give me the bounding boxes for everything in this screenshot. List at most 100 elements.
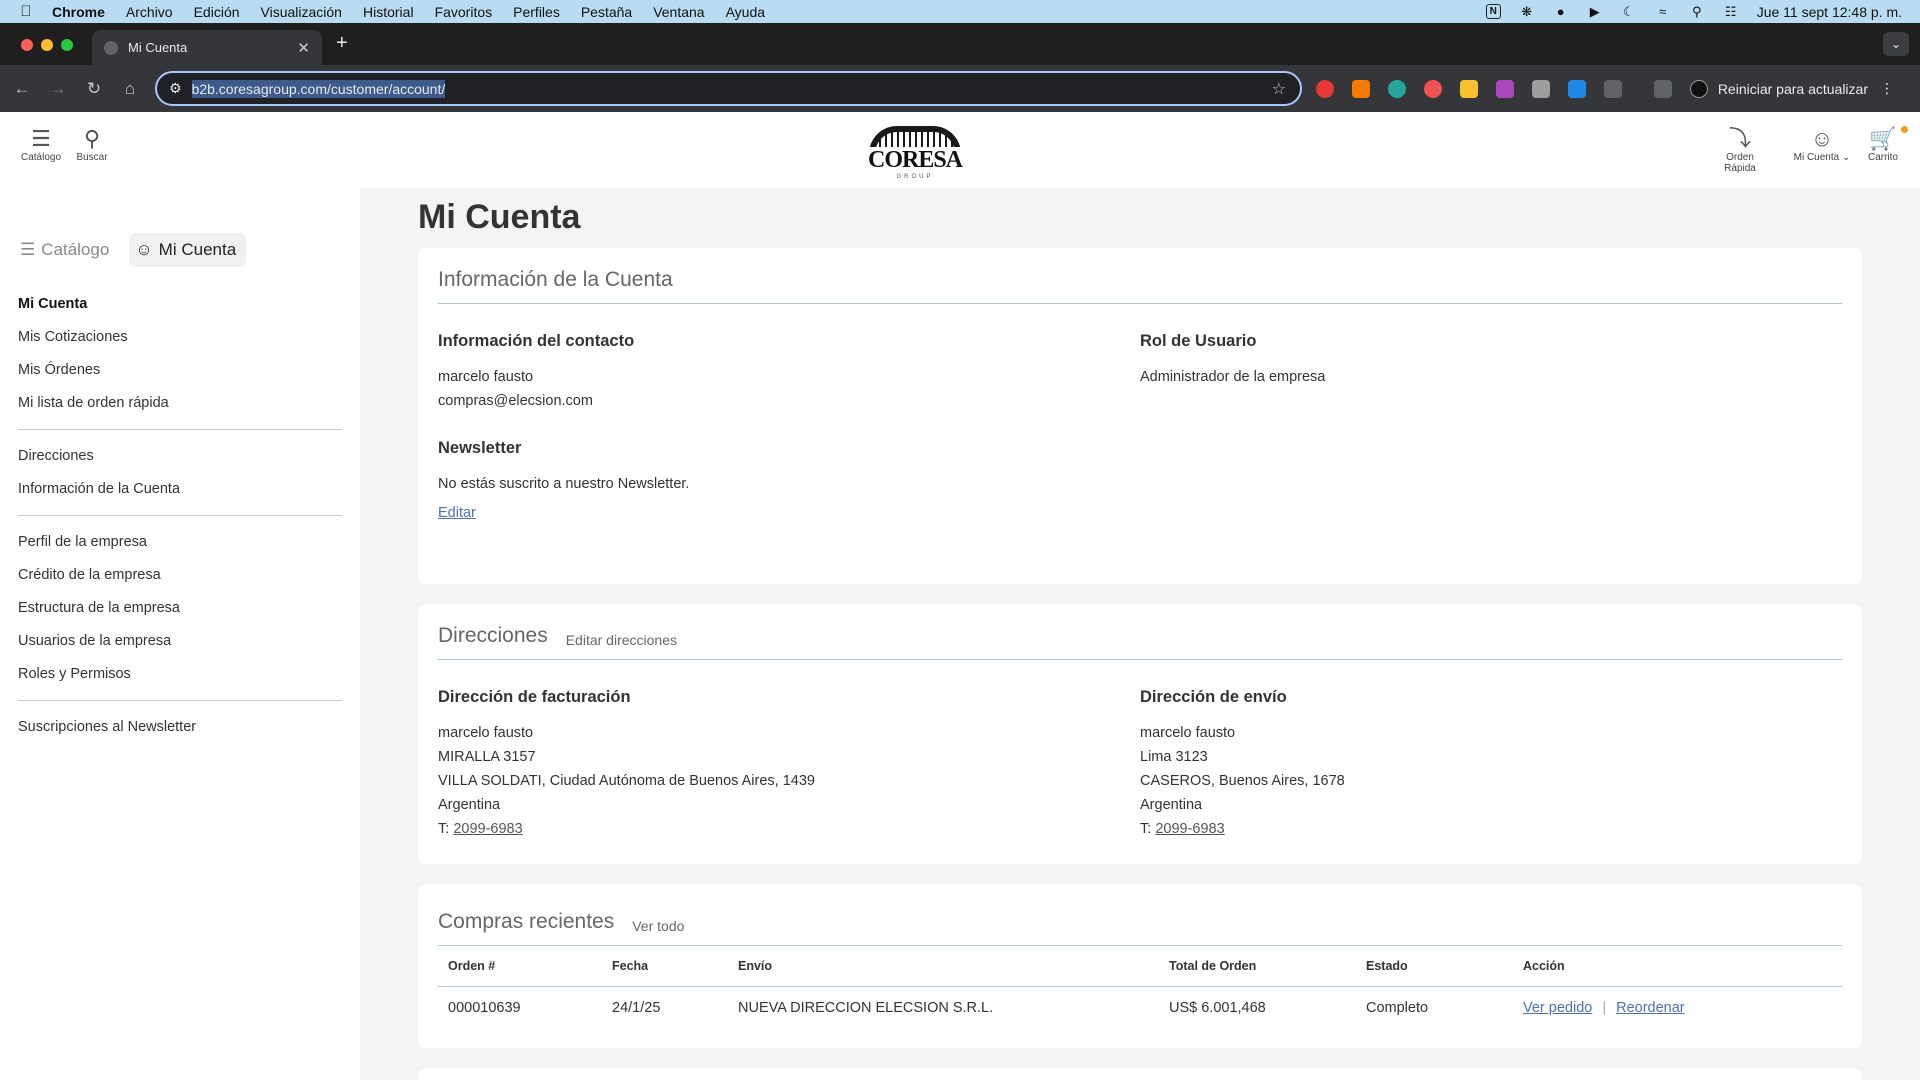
sidebar-item-ordenes[interactable]: Mis Órdenes <box>18 354 342 387</box>
quick-order-label: Orden Rápida <box>1724 152 1756 174</box>
openai-icon[interactable]: ❋ <box>1519 4 1535 20</box>
extensions-puzzle-icon[interactable] <box>1604 79 1622 98</box>
col-status: Estado <box>1356 946 1513 987</box>
extension-teal-icon[interactable] <box>1388 79 1406 98</box>
quick-order-button[interactable]: ⤵ Orden Rápida <box>1710 126 1770 174</box>
newsletter-status: No estás suscrito a nuestro Newsletter. <box>438 476 690 492</box>
lightning-icon: ⤵ <box>1728 126 1751 151</box>
update-chip[interactable]: Reiniciar para actualizar ⋮ <box>1704 73 1908 104</box>
sidebar-item-perfil-empresa[interactable]: Perfil de la empresa <box>18 526 342 559</box>
menu-clock[interactable]: Jue 11 sept 12:48 p. m. <box>1757 4 1902 20</box>
sidebar-item-roles-permisos[interactable]: Roles y Permisos <box>18 658 342 691</box>
moon-icon[interactable]: ☾ <box>1621 4 1637 20</box>
billing-phone-link[interactable]: 2099-6983 <box>453 821 522 837</box>
back-arrow-icon[interactable]: ← <box>4 79 40 99</box>
control-center-icon[interactable]: ☷ <box>1723 4 1739 20</box>
view-order-link[interactable]: Ver pedido <box>1523 1000 1592 1016</box>
download-icon[interactable] <box>1654 79 1672 98</box>
sidebar-item-credito-empresa[interactable]: Crédito de la empresa <box>18 559 342 592</box>
account-info-card: Información de la Cuenta Información del… <box>418 248 1862 584</box>
shipping-phone-link[interactable]: 2099-6983 <box>1155 821 1224 837</box>
extension-purple-icon[interactable] <box>1496 79 1514 98</box>
edit-addresses-link[interactable]: Editar direcciones <box>566 632 677 648</box>
tab-close-icon[interactable]: ✕ <box>297 39 310 57</box>
billing-address-block: Dirección de facturación marcelo fausto … <box>438 660 1140 841</box>
update-label[interactable]: Reiniciar para actualizar <box>1718 81 1868 97</box>
contact-email: compras@elecsion.com <box>438 393 593 409</box>
sidebar-item-orden-rapida[interactable]: Mi lista de orden rápida <box>18 387 342 420</box>
tab-search-chevron-icon[interactable]: ⌄ <box>1883 32 1909 56</box>
reload-icon[interactable]: ↻ <box>76 79 112 99</box>
newsletter-title: Newsletter <box>438 439 522 457</box>
sidebar-tab-account[interactable]: ☺ Mi Cuenta <box>129 233 247 267</box>
contact-name: marcelo fausto <box>438 369 534 385</box>
reorder-link[interactable]: Reordenar <box>1616 1000 1685 1016</box>
site-settings-icon[interactable]: ⚙ <box>169 80 182 97</box>
maximize-window-button[interactable] <box>61 39 73 51</box>
sidebar-item-direcciones[interactable]: Direcciones <box>18 440 342 473</box>
home-icon[interactable]: ⌂ <box>112 79 148 99</box>
sidebar-item-cotizaciones[interactable]: Mis Cotizaciones <box>18 321 342 354</box>
menu-pestana[interactable]: Pestaña <box>581 4 632 20</box>
col-action: Acción <box>1513 946 1842 987</box>
shipping-phone-row: T: 2099-6983 <box>1140 817 1842 841</box>
site-header: ☰ Catálogo ⚲ Buscar CORESA GROUP ⤵ Orden… <box>0 112 1920 188</box>
sidebar-item-info-cuenta[interactable]: Información de la Cuenta <box>18 473 342 506</box>
hamburger-icon: ☰ <box>20 240 36 259</box>
translate-icon[interactable] <box>1532 79 1550 98</box>
wifi-icon[interactable]: ≈ <box>1655 4 1671 20</box>
contact-info-title: Información del contacto <box>438 332 635 350</box>
spotlight-search-icon[interactable]: ⚲ <box>1689 4 1705 20</box>
menu-perfiles[interactable]: Perfiles <box>513 4 560 20</box>
menu-app-name[interactable]: Chrome <box>52 4 105 20</box>
menu-historial[interactable]: Historial <box>363 4 414 20</box>
minimize-window-button[interactable] <box>41 39 53 51</box>
shipping-street: Lima 3123 <box>1140 749 1208 765</box>
menu-edicion[interactable]: Edición <box>194 4 240 20</box>
kebab-menu-icon[interactable]: ⋮ <box>1880 80 1894 97</box>
pokeball-icon[interactable] <box>1424 79 1442 98</box>
sidebar-tab-catalog[interactable]: ☰ Catálogo <box>14 233 119 267</box>
user-icon: ☺ <box>135 240 153 259</box>
menu-favoritos[interactable]: Favoritos <box>435 4 493 20</box>
cart-button[interactable]: 🛒 Carrito <box>1854 126 1912 163</box>
sidebar-nav: Mi Cuenta Mis Cotizaciones Mis Órdenes M… <box>18 288 342 744</box>
menu-archivo[interactable]: Archivo <box>126 4 173 20</box>
view-all-orders-link[interactable]: Ver todo <box>632 918 684 934</box>
billing-name: marcelo fausto <box>438 725 534 741</box>
forward-arrow-icon[interactable]: → <box>40 79 76 99</box>
bitwarden-icon[interactable] <box>1568 79 1586 98</box>
metamask-icon[interactable] <box>1352 79 1370 98</box>
sidebar-item-usuarios-empresa[interactable]: Usuarios de la empresa <box>18 625 342 658</box>
account-menu-button[interactable]: ☺ Mi Cuenta ⌄ <box>1790 126 1854 163</box>
shipping-address-block: Dirección de envío marcelo fausto Lima 3… <box>1140 660 1842 841</box>
new-tab-icon[interactable]: + <box>336 32 348 55</box>
menu-ventana[interactable]: Ventana <box>653 4 704 20</box>
window-controls <box>21 39 73 51</box>
sidebar-item-mi-cuenta[interactable]: Mi Cuenta <box>18 288 342 321</box>
play-icon[interactable]: ▶ <box>1587 4 1603 20</box>
tab-strip: Mi Cuenta ✕ + ⌄ <box>0 23 1920 65</box>
pencil-icon[interactable] <box>1460 79 1478 98</box>
edit-newsletter-link[interactable]: Editar <box>438 505 476 521</box>
menu-ayuda[interactable]: Ayuda <box>726 4 765 20</box>
browser-tab-active[interactable]: Mi Cuenta ✕ <box>92 30 322 65</box>
extension-red-icon[interactable] <box>1316 79 1334 98</box>
notion-icon[interactable]: N <box>1485 4 1501 19</box>
apple-icon[interactable]:  <box>0 3 52 20</box>
shipping-country: Argentina <box>1140 797 1203 813</box>
sidebar-item-estructura-empresa[interactable]: Estructura de la empresa <box>18 592 342 625</box>
close-window-button[interactable] <box>21 39 33 51</box>
account-sidebar: ☰ Catálogo ☺ Mi Cuenta Mi Cuenta Mis Cot… <box>0 188 360 1080</box>
coresa-logo[interactable]: CORESA GROUP <box>860 126 970 180</box>
col-order-number: Orden # <box>438 946 602 987</box>
page-title: Mi Cuenta <box>418 198 581 236</box>
bookmark-star-icon[interactable]: ☆ <box>1272 79 1286 99</box>
search-button[interactable]: ⚲ Buscar <box>62 126 122 163</box>
menu-visualizacion[interactable]: Visualización <box>261 4 342 20</box>
sidebar-tab-catalog-label: Catálogo <box>41 240 110 259</box>
evernote-icon[interactable]: ● <box>1553 4 1569 20</box>
address-url[interactable]: b2b.coresagroup.com/customer/account/ <box>191 79 446 98</box>
sidebar-item-newsletter[interactable]: Suscripciones al Newsletter <box>18 711 342 744</box>
address-bar[interactable]: ⚙ b2b.coresagroup.com/customer/account/ … <box>155 71 1302 106</box>
